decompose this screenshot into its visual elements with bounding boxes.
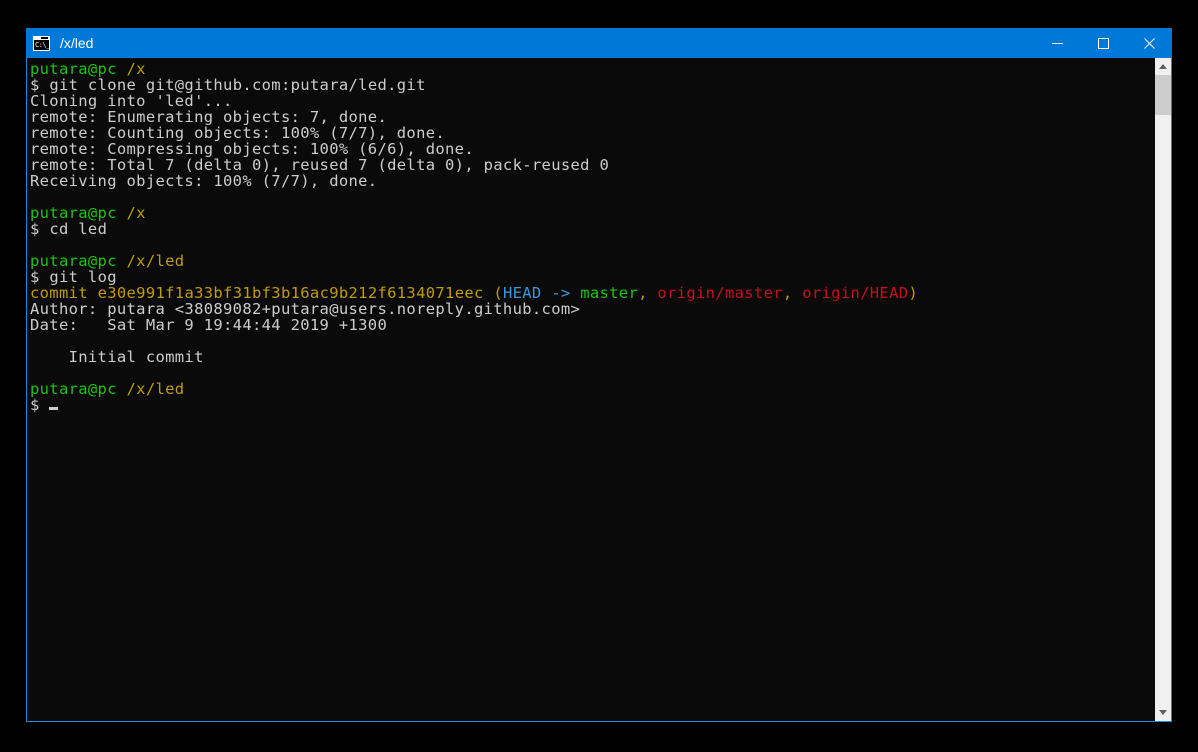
scroll-down-arrow-icon bbox=[1159, 710, 1167, 715]
close-button[interactable] bbox=[1126, 28, 1172, 58]
vertical-scrollbar[interactable] bbox=[1154, 58, 1171, 721]
output-line: remote: Enumerating objects: 7, done. bbox=[30, 108, 388, 126]
decoration-separator-2: , bbox=[782, 284, 803, 302]
prompt-spacer bbox=[117, 380, 127, 398]
minimize-button[interactable] bbox=[1034, 28, 1080, 58]
command-spacer bbox=[40, 396, 50, 414]
command-spacer bbox=[40, 220, 50, 238]
console-window: C:\_ /x/led putara@pc /x $ git clone git… bbox=[26, 28, 1172, 722]
command-line: $ git clone git@github.com:putara/led.gi… bbox=[30, 77, 1154, 93]
prompt-path: /x/led bbox=[126, 380, 185, 398]
window-client-area: putara@pc /x $ git clone git@github.com:… bbox=[26, 58, 1172, 722]
window-title: /x/led bbox=[60, 35, 94, 51]
decoration-separator-1: , bbox=[638, 284, 658, 302]
scroll-down-button[interactable] bbox=[1155, 704, 1171, 721]
cmd-icon-prompt: C:\_ bbox=[34, 39, 49, 50]
command-line: $ cd led bbox=[30, 221, 1154, 237]
prompt-line: putara@pc /x/led bbox=[30, 253, 1154, 269]
prompt-line: putara@pc /x/led bbox=[30, 381, 1154, 397]
prompt-path: /x/led bbox=[126, 252, 185, 270]
scrollbar-thumb[interactable] bbox=[1155, 75, 1171, 115]
cmd-icon: C:\_ bbox=[33, 35, 50, 51]
prompt-line: putara@pc /x bbox=[30, 61, 1154, 77]
terminal-output[interactable]: putara@pc /x $ git clone git@github.com:… bbox=[27, 58, 1154, 721]
scroll-up-button[interactable] bbox=[1155, 58, 1171, 75]
prompt-spacer bbox=[117, 252, 127, 270]
prompt-symbol: $ bbox=[30, 396, 40, 414]
decoration-close-paren: ) bbox=[908, 284, 919, 302]
window-controls bbox=[1034, 28, 1172, 58]
prompt-path: /x bbox=[126, 204, 146, 222]
date-line: Date: Sat Mar 9 19:44:44 2019 +1300 bbox=[30, 316, 388, 334]
window-titlebar[interactable]: C:\_ /x/led bbox=[26, 28, 1172, 58]
titlebar-left: C:\_ /x/led bbox=[26, 35, 1034, 51]
command-text: cd led bbox=[49, 220, 108, 238]
output-line: remote: Counting objects: 100% (7/7), do… bbox=[30, 124, 446, 142]
output-line: remote: Total 7 (delta 0), reused 7 (del… bbox=[30, 156, 610, 174]
author-line: Author: putara <38089082+putara@users.no… bbox=[30, 300, 581, 318]
output-line: remote: Compressing objects: 100% (6/6),… bbox=[30, 140, 474, 158]
commit-line: commit e30e991f1a33bf31bf3b16ac9b212f613… bbox=[30, 285, 1154, 301]
scrollbar-track[interactable] bbox=[1155, 75, 1171, 704]
prompt-spacer bbox=[117, 204, 127, 222]
scroll-up-arrow-icon bbox=[1159, 64, 1167, 69]
output-line: Receiving objects: 100% (7/7), done. bbox=[30, 172, 378, 190]
commit-message: Initial commit bbox=[30, 348, 204, 366]
maximize-button[interactable] bbox=[1080, 28, 1126, 58]
output-line: Cloning into 'led'... bbox=[30, 92, 233, 110]
command-line: $ git log bbox=[30, 269, 1154, 285]
text-cursor bbox=[49, 407, 59, 410]
active-command-line[interactable]: $ bbox=[30, 397, 1154, 413]
decoration-local-branch: master bbox=[580, 284, 639, 302]
decoration-remote-head: origin/HEAD bbox=[802, 284, 909, 302]
desktop-background: C:\_ /x/led putara@pc /x $ git clone git… bbox=[0, 0, 1198, 752]
decoration-remote-master: origin/master bbox=[657, 284, 783, 302]
prompt-line: putara@pc /x bbox=[30, 205, 1154, 221]
